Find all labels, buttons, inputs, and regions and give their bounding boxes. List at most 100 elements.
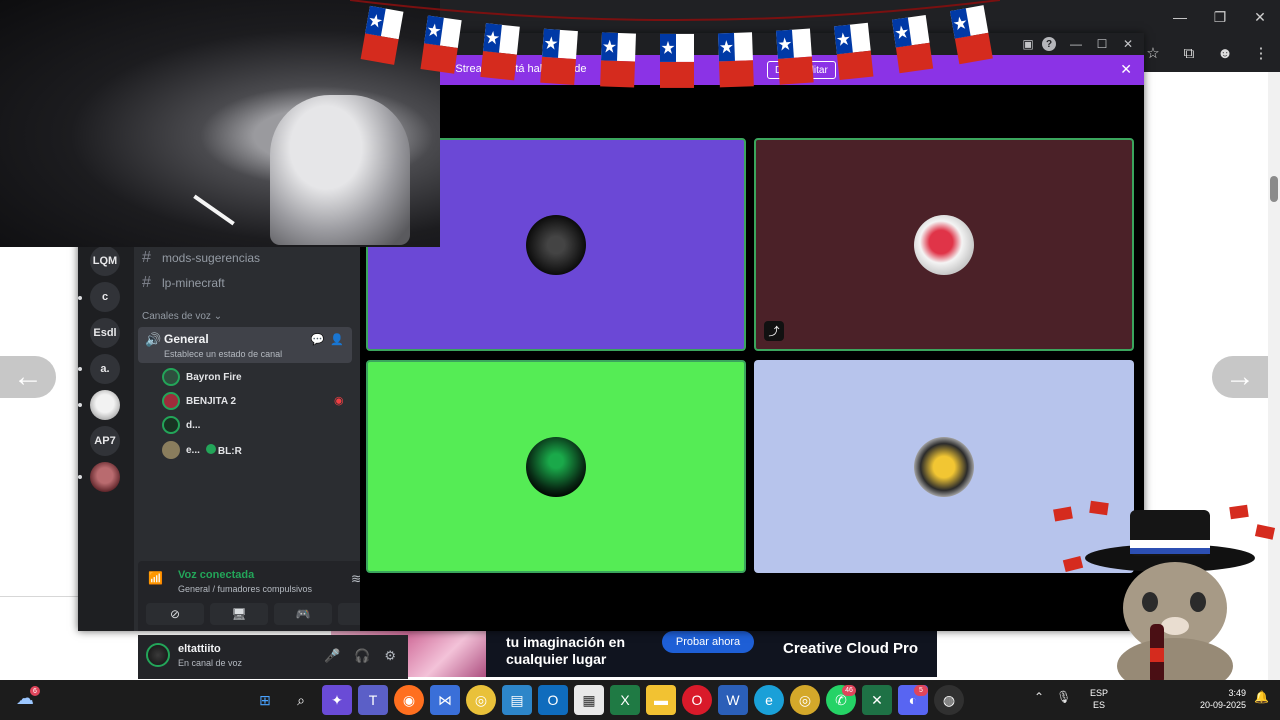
weather-badge: 6 <box>30 686 40 696</box>
channel-name: lp-minecraft <box>162 276 225 290</box>
firefox-icon[interactable]: ◉ <box>394 685 424 715</box>
text-channel[interactable]: # lp-minecraft <box>142 272 225 294</box>
participant-tile[interactable]: ⤴ <box>754 138 1134 351</box>
inbox-icon[interactable]: ▣ <box>1016 33 1040 55</box>
minimize-icon[interactable]: — <box>1160 0 1200 34</box>
member-name: Bayron Fire <box>186 371 242 383</box>
restore-icon[interactable]: ❐ <box>1200 0 1240 34</box>
outlook-icon[interactable]: O <box>538 685 568 715</box>
chat-icon[interactable]: 💬 <box>311 333 325 346</box>
search-icon[interactable]: ⌕ <box>286 685 316 715</box>
visual-studio-icon[interactable]: ⋈ <box>430 685 460 715</box>
flag-bunting-decoration <box>350 0 1000 88</box>
copilot-icon[interactable]: ✦ <box>322 685 352 715</box>
voice-category-label[interactable]: Canales de voz ⌄ <box>142 311 222 322</box>
package-icon[interactable]: ▤ <box>502 685 532 715</box>
close-icon[interactable]: ✕ <box>1240 0 1280 34</box>
ad-headline: tu imaginación en cualquier lugar <box>506 634 626 667</box>
avatar <box>526 436 586 497</box>
whatsapp-icon[interactable]: ✆ 46 <box>826 685 856 715</box>
voice-member[interactable]: e... BL:R <box>162 440 242 460</box>
avatar <box>162 441 180 459</box>
signal-icon[interactable]: 📶 <box>148 571 163 585</box>
server-icon[interactable]: Esdl <box>90 318 120 348</box>
voice-connected-title[interactable]: Voz conectada <box>178 569 254 581</box>
participant-tile[interactable] <box>366 360 746 573</box>
ad-try-now-button[interactable]: Probar ahora <box>662 631 754 653</box>
chile-flag <box>660 33 694 88</box>
chrome-icon[interactable]: ◎ <box>466 685 496 715</box>
taskbar-clock[interactable]: 3:49 20-09-2025 <box>1190 687 1246 711</box>
screen-share-button[interactable]: 🖥 <box>210 603 268 625</box>
clock-time: 3:49 <box>1228 688 1246 698</box>
headphones-icon[interactable]: 🎧 <box>354 648 370 664</box>
member-tag-group: BL:R <box>205 443 242 457</box>
settings-gear-icon[interactable]: ⚙ <box>384 648 396 664</box>
close-icon[interactable]: ✕ <box>1120 61 1132 78</box>
text-channel[interactable]: # mods-sugerencias <box>142 247 260 269</box>
calendar-icon[interactable]: ▦ <box>574 685 604 715</box>
language-code: ESP <box>1090 688 1109 698</box>
voice-channel-actions: 💬 👤 <box>311 333 344 346</box>
input-language[interactable]: ESP ES <box>1090 687 1108 711</box>
extensions-icon[interactable]: ⧉ <box>1176 40 1202 66</box>
user-status: En canal de voz <box>178 658 243 668</box>
edge-icon[interactable]: e <box>754 685 784 715</box>
microphone-icon[interactable]: 🎤 <box>324 648 340 664</box>
server-icon[interactable]: LQM <box>90 246 120 276</box>
excel-icon[interactable]: X <box>610 685 640 715</box>
microphone-icon[interactable]: 🎙 <box>1056 690 1071 704</box>
arrow-right-icon: → <box>1225 360 1255 393</box>
hash-icon: # <box>142 274 151 291</box>
invite-icon[interactable]: 👤 <box>330 333 344 346</box>
activities-button[interactable]: 🎮 <box>274 603 332 625</box>
chrome-icon[interactable]: ◎ <box>790 685 820 715</box>
excel-icon[interactable]: ✕ <box>862 685 892 715</box>
ad-product-name: Creative Cloud Pro <box>783 640 919 657</box>
server-icon[interactable]: c <box>90 282 120 312</box>
carousel-next-button[interactable]: → <box>1212 356 1268 398</box>
menu-icon[interactable]: ⋮ <box>1248 40 1274 66</box>
carousel-prev-button[interactable]: ← <box>0 356 56 398</box>
channel-status-placeholder[interactable]: Establece un estado de canal <box>164 349 282 359</box>
voice-member[interactable]: d... <box>162 415 200 435</box>
ad-banner[interactable]: Fi tu imaginación en cualquier lugar Pro… <box>331 630 937 677</box>
chile-flag <box>834 22 874 81</box>
voice-member[interactable]: Bayron Fire <box>162 367 242 387</box>
folder-icon[interactable]: ▬ <box>646 685 676 715</box>
server-icon[interactable] <box>90 390 120 420</box>
unread-dot <box>78 367 82 371</box>
server-icon[interactable] <box>90 462 120 492</box>
chile-flag <box>718 32 754 88</box>
clock-date: 20-09-2025 <box>1199 700 1246 710</box>
server-icon[interactable]: AP7 <box>90 426 120 456</box>
user-name[interactable]: eltattiito <box>178 643 221 655</box>
voice-connected-subtitle[interactable]: General / fumadores compulsivos <box>178 584 312 594</box>
teams-icon[interactable]: T <box>358 685 388 715</box>
close-icon[interactable]: ✕ <box>1116 33 1140 55</box>
voice-call-stage: ⤴ <box>360 85 1144 631</box>
start-icon[interactable]: ⊞ <box>250 685 280 715</box>
help-icon[interactable]: ? <box>1042 37 1056 51</box>
chile-flag <box>776 28 814 85</box>
system-tray: ⌃ 🎙 <box>1034 690 1071 704</box>
voice-channel-general[interactable]: 🔊 General Establece un estado de canal 💬… <box>138 327 352 363</box>
maximize-icon[interactable]: ☐ <box>1090 33 1114 55</box>
word-icon[interactable]: W <box>718 685 748 715</box>
notification-icon[interactable]: 🔔 <box>1254 690 1269 704</box>
profile-icon[interactable]: ☻ <box>1212 40 1238 66</box>
chevron-up-icon[interactable]: ⌃ <box>1034 690 1044 704</box>
speaker-icon: 🔊 <box>145 332 162 347</box>
camera-off-button[interactable]: ⊘ <box>146 603 204 625</box>
page-scrollbar-thumb[interactable] <box>1270 176 1278 202</box>
arrow-left-icon: ← <box>13 360 43 393</box>
obs-icon[interactable]: ◍ <box>934 685 964 715</box>
whatsapp-badge: 46 <box>842 685 856 696</box>
voice-member[interactable]: BENJITA 2 <box>162 391 236 411</box>
minimize-icon[interactable]: — <box>1064 33 1088 55</box>
avatar[interactable] <box>146 643 170 667</box>
opera-icon[interactable]: O <box>682 685 712 715</box>
unread-dot <box>78 403 82 407</box>
server-icon[interactable]: a. <box>90 354 120 384</box>
discord-icon[interactable]: ◐ 5 <box>898 685 928 715</box>
